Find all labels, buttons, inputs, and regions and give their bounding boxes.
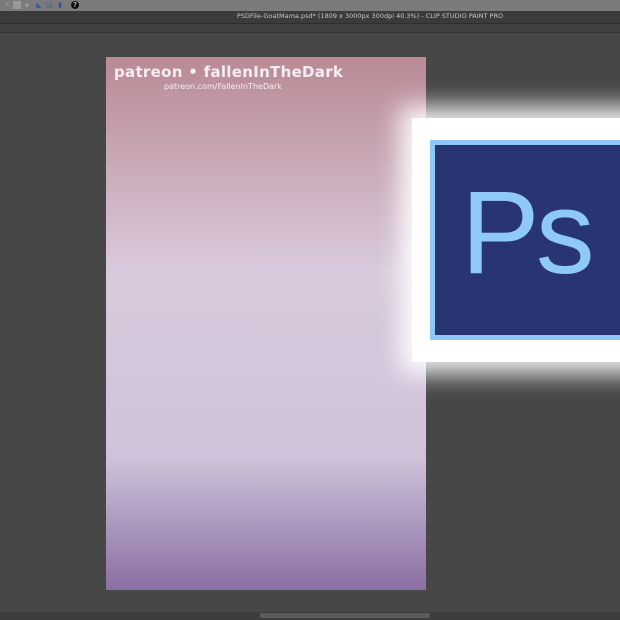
window-title: PSDFile-GoatMama.psd* (1809 x 3000px 300…: [236, 12, 504, 20]
record-icon[interactable]: ▪: [23, 1, 31, 9]
select-icon[interactable]: ◲: [45, 1, 53, 9]
layer-icon[interactable]: [13, 1, 21, 9]
photoshop-logo: Ps: [430, 140, 620, 340]
document-canvas[interactable]: patreon • fallenInTheDark patreon.com/Fa…: [106, 57, 426, 590]
scrollbar-thumb[interactable]: [260, 613, 430, 618]
title-bar: PSDFile-GoatMama.psd* (1809 x 3000px 300…: [0, 11, 620, 24]
eyedropper-icon[interactable]: ▮: [56, 1, 64, 9]
photoshop-logo-text: Ps: [461, 167, 595, 299]
horizontal-scrollbar[interactable]: [0, 612, 620, 620]
watermark-url: patreon.com/FallenInTheDark: [164, 82, 282, 91]
toolbar: ✕ ▪ ◣ ◲ ▮ ?: [0, 0, 620, 11]
watermark-patreon: patreon • fallenInTheDark: [114, 63, 344, 81]
ruler-icon[interactable]: ◣: [35, 1, 43, 9]
pen-tool-icon[interactable]: ✕: [3, 1, 11, 9]
help-icon[interactable]: ?: [71, 1, 79, 9]
command-bar: [0, 24, 620, 33]
